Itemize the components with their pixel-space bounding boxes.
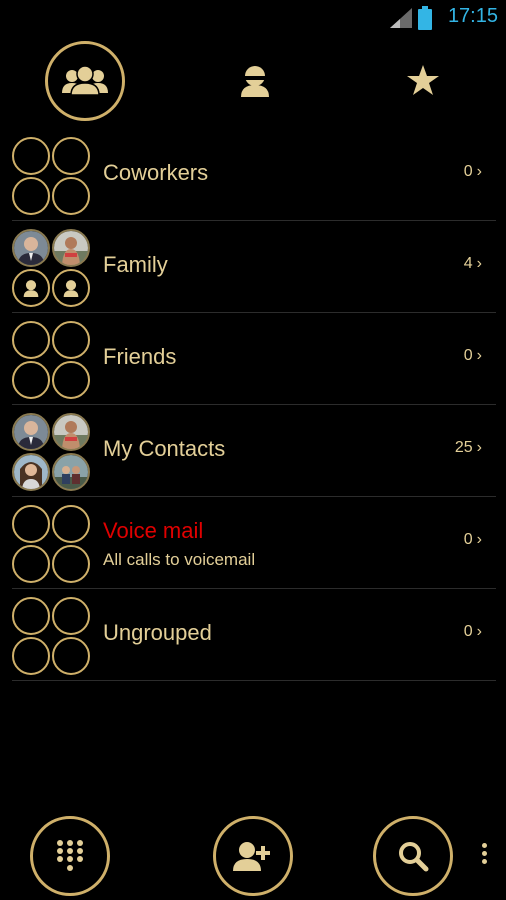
- battery-icon: [418, 6, 432, 30]
- group-count: 0 ›: [464, 623, 482, 641]
- avatar-placeholder: [12, 505, 50, 543]
- contact-photo: [52, 229, 90, 267]
- group-count-value: 0: [463, 347, 473, 364]
- groups-icon: [62, 65, 108, 96]
- group-row-voice-mail[interactable]: Voice mail All calls to voicemail 0 ›: [12, 498, 496, 589]
- tab-favorites[interactable]: [388, 36, 458, 126]
- group-row-coworkers[interactable]: Coworkers 0 ›: [12, 130, 496, 221]
- avatar-placeholder: [52, 269, 90, 307]
- avatar-placeholder: [12, 545, 50, 583]
- group-count-value: 25: [454, 439, 473, 456]
- avatar-placeholder: [52, 177, 90, 215]
- chevron-right-icon: ›: [476, 255, 482, 272]
- avatar-placeholder: [12, 177, 50, 215]
- group-row-ungrouped[interactable]: Ungrouped 0 ›: [12, 590, 496, 681]
- avatar-placeholder: [52, 361, 90, 399]
- avatar-placeholder: [12, 597, 50, 635]
- avatar-placeholder: [52, 137, 90, 175]
- contact-photo: [52, 453, 90, 491]
- add-contact-button[interactable]: [213, 816, 293, 896]
- avatar-placeholder: [52, 505, 90, 543]
- signal-icon: [390, 8, 412, 28]
- group-count: 0 ›: [464, 347, 482, 365]
- group-subtitle: All calls to voicemail: [103, 550, 256, 569]
- group-list: Coworkers 0 › Family 4 › Friends 0 › My …: [12, 130, 496, 681]
- avatar-grid: [12, 319, 90, 399]
- person-icon: [63, 280, 79, 297]
- status-bar: 17:15: [0, 0, 506, 36]
- avatar-grid: [12, 135, 90, 215]
- bottom-action-bar: [0, 812, 506, 900]
- contact-photo: [12, 229, 50, 267]
- tab-bar: [0, 36, 506, 130]
- contact-photo: [52, 413, 90, 451]
- group-title: Family: [103, 252, 168, 277]
- group-title: Ungrouped: [103, 620, 212, 645]
- avatar-grid: [12, 595, 90, 675]
- add-contact-icon: [233, 842, 270, 871]
- group-title: Coworkers: [103, 160, 209, 185]
- dialpad-icon: [57, 840, 83, 871]
- star-icon: [407, 65, 439, 95]
- chevron-right-icon: ›: [476, 623, 482, 640]
- group-count-value: 0: [463, 531, 473, 548]
- avatar-placeholder: [12, 361, 50, 399]
- group-count: 0 ›: [464, 531, 482, 549]
- group-row-family[interactable]: Family 4 ›: [12, 222, 496, 313]
- chevron-right-icon: ›: [476, 531, 482, 548]
- contact-photo: [12, 413, 50, 451]
- group-title: Voice mail: [103, 518, 204, 543]
- group-title: Friends: [103, 344, 177, 369]
- group-count: 25 ›: [455, 439, 482, 457]
- avatar-placeholder: [12, 637, 50, 675]
- avatar-grid: [12, 503, 90, 583]
- tab-groups[interactable]: [40, 36, 130, 126]
- overflow-menu-icon[interactable]: [476, 840, 492, 872]
- tab-contacts[interactable]: [220, 36, 290, 126]
- avatar-placeholder: [52, 545, 90, 583]
- chevron-right-icon: ›: [476, 347, 482, 364]
- group-count-value: 0: [463, 163, 473, 180]
- group-title: My Contacts: [103, 436, 226, 461]
- avatar-placeholder: [52, 597, 90, 635]
- group-row-friends[interactable]: Friends 0 ›: [12, 314, 496, 405]
- tab-groups-ring: [45, 41, 125, 121]
- clock: 17:15: [447, 5, 498, 27]
- avatar-grid: [12, 411, 90, 491]
- search-button[interactable]: [373, 816, 453, 896]
- search-icon: [399, 842, 429, 872]
- group-count: 0 ›: [464, 163, 482, 181]
- avatar-placeholder: [12, 269, 50, 307]
- group-row-my-contacts[interactable]: My Contacts 25 ›: [12, 406, 496, 497]
- avatar-grid: [12, 227, 90, 307]
- group-count-value: 0: [463, 623, 473, 640]
- group-count-value: 4: [463, 255, 473, 272]
- person-icon: [241, 66, 269, 97]
- person-icon: [23, 280, 39, 297]
- dialpad-button[interactable]: [30, 816, 110, 896]
- chevron-right-icon: ›: [476, 163, 482, 180]
- contact-photo: [12, 453, 50, 491]
- avatar-placeholder: [52, 321, 90, 359]
- group-count: 4 ›: [464, 255, 482, 273]
- avatar-placeholder: [52, 637, 90, 675]
- avatar-placeholder: [12, 321, 50, 359]
- avatar-placeholder: [12, 137, 50, 175]
- chevron-right-icon: ›: [476, 439, 482, 456]
